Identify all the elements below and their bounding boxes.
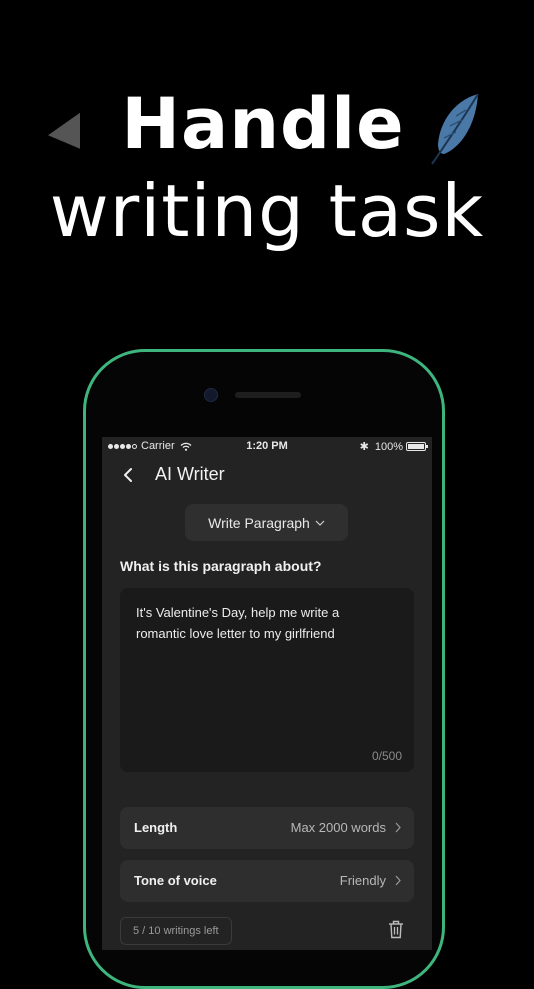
page-title: AI Writer — [155, 464, 225, 484]
bluetooth-icon: ✱ — [359, 441, 369, 453]
length-value: Max 2000 words — [290, 820, 386, 835]
topic-text: It's Valentine's Day, help me write a ro… — [136, 605, 340, 641]
status-right: ✱ 100% — [359, 440, 428, 453]
hero-banner: Handle writing task — [0, 0, 534, 300]
battery-icon — [406, 442, 428, 451]
character-count: 0/500 — [371, 749, 402, 763]
trash-icon[interactable] — [388, 920, 404, 939]
tone-option-row[interactable]: Tone of voice Friendly — [120, 860, 414, 902]
status-bar: Carrier 1:20 PM ✱ 100% — [102, 437, 432, 455]
writings-left-badge: 5 / 10 writings left — [120, 917, 232, 945]
writing-mode-dropdown[interactable]: Write Paragraph — [185, 504, 348, 541]
app-screen: Carrier 1:20 PM ✱ 100% AI Writer Write P… — [102, 437, 432, 950]
nav-bar: AI Writer — [102, 459, 432, 491]
hero-title-line2: writing task — [49, 169, 485, 253]
battery-percentage: 100% — [374, 440, 403, 453]
tone-value: Friendly — [339, 873, 386, 888]
writing-mode-value: Write Paragraph — [208, 514, 310, 531]
length-option-row[interactable]: Length Max 2000 words — [120, 807, 414, 849]
hero-title-line1-text: Handle — [121, 83, 405, 165]
topic-textarea[interactable]: It's Valentine's Day, help me write a ro… — [120, 588, 414, 772]
chevron-right-icon — [395, 822, 401, 833]
length-label: Length — [134, 820, 178, 835]
chevron-down-icon — [315, 520, 325, 526]
tone-label: Tone of voice — [134, 873, 217, 888]
chevron-right-icon — [395, 875, 401, 886]
topic-question-label: What is this paragraph about? — [120, 558, 322, 574]
front-camera — [204, 388, 218, 402]
earpiece-speaker — [235, 392, 301, 398]
feather-icon — [431, 93, 479, 165]
back-chevron-icon[interactable] — [120, 465, 136, 485]
